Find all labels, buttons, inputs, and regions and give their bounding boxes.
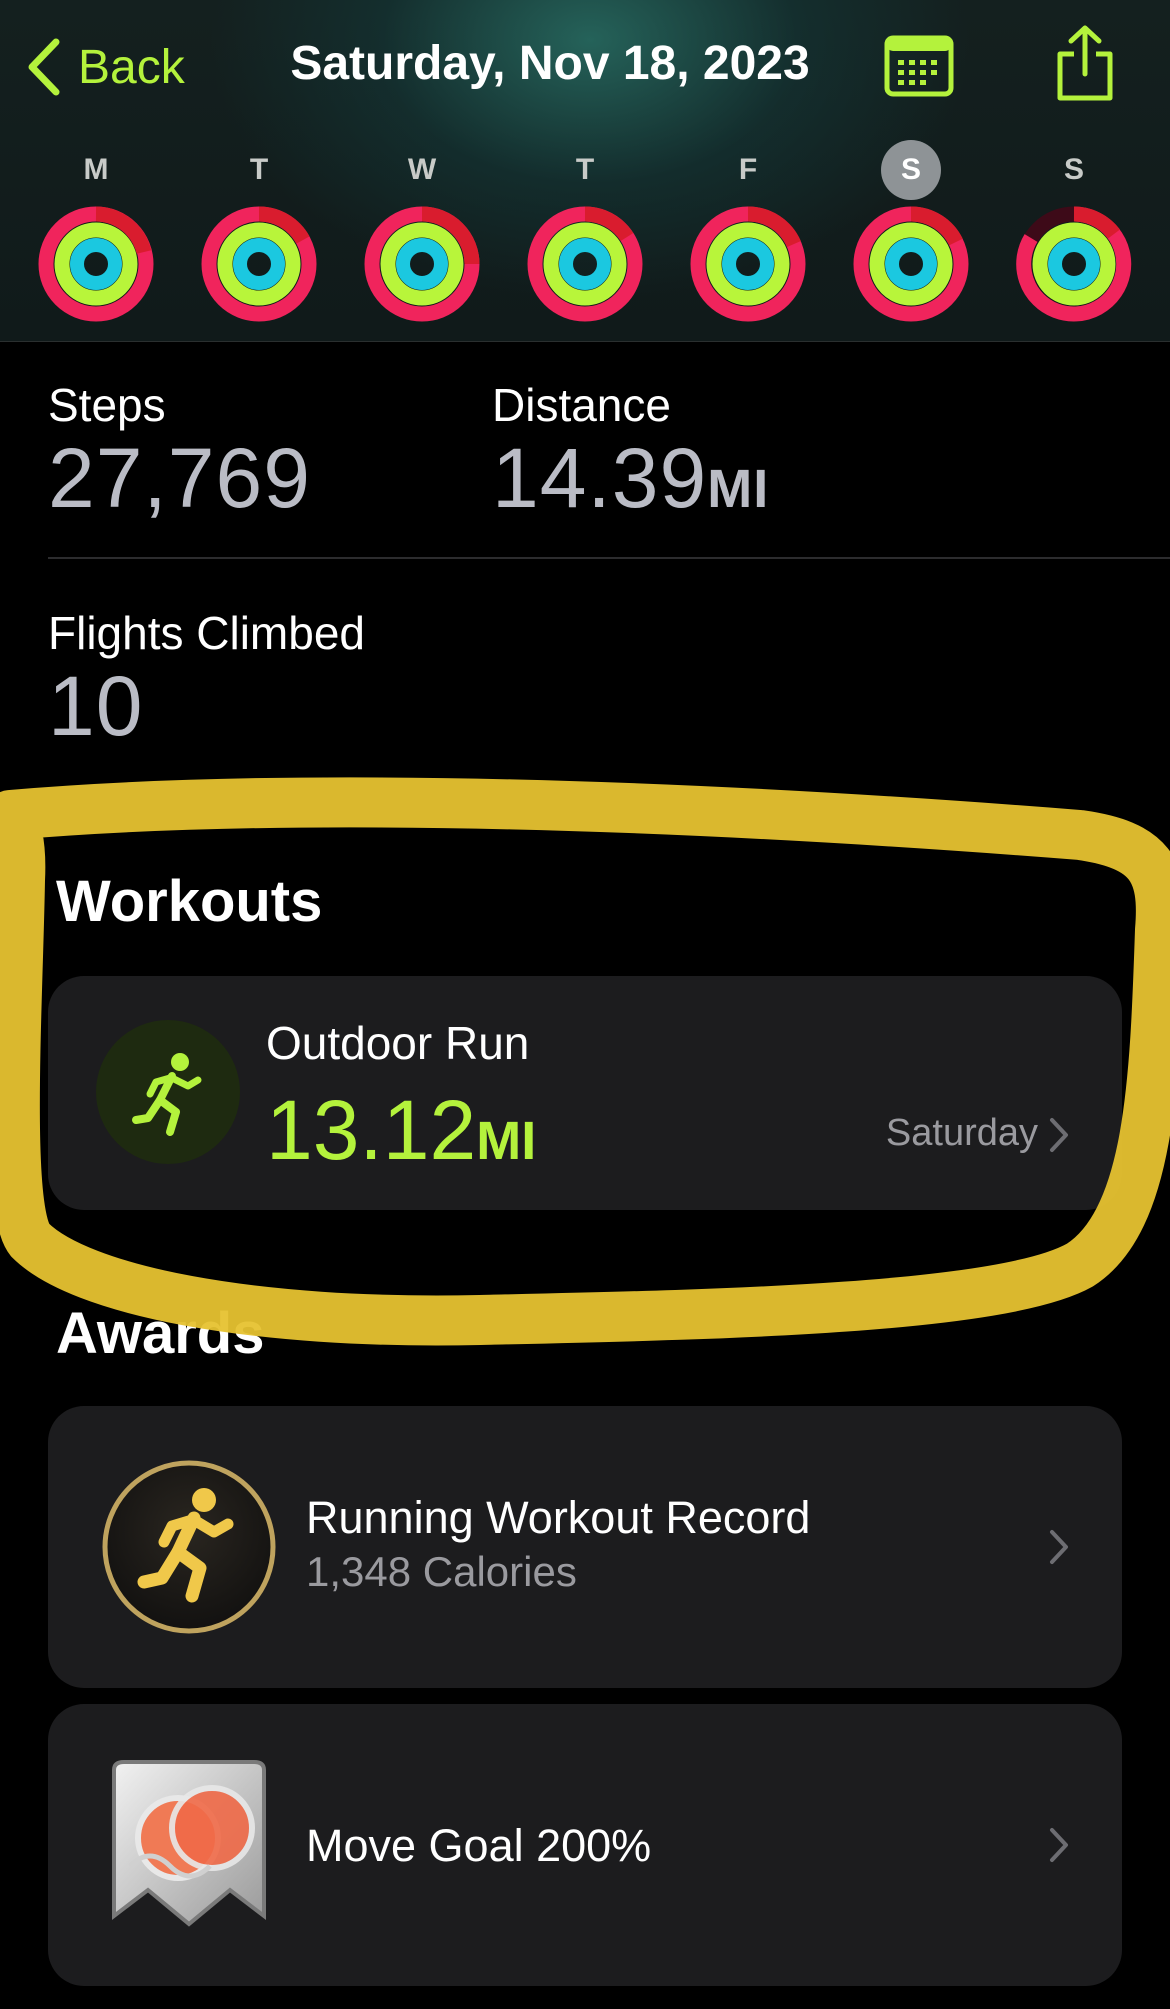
chevron-right-icon (1050, 1118, 1068, 1152)
flights-label: Flights Climbed (48, 607, 365, 659)
workout-name: Outdoor Run (266, 1017, 530, 1069)
award-move-goal[interactable]: Move Goal 200% (48, 1704, 1122, 1986)
distance-label: Distance (492, 379, 671, 431)
day-letter: F (738, 153, 758, 186)
calendar-icon[interactable] (884, 32, 954, 98)
award-title: Running Workout Record (306, 1492, 811, 1543)
back-button[interactable]: Back (24, 32, 185, 102)
week-rings: M T W T F S S (0, 140, 1170, 330)
day-thursday[interactable]: T (520, 140, 650, 330)
activity-ring-icon (201, 206, 317, 322)
workout-distance: 13.12 (266, 1083, 477, 1177)
chevron-right-icon (1050, 1530, 1068, 1564)
day-letter: S (881, 140, 941, 200)
running-icon (96, 1020, 240, 1164)
share-icon[interactable] (1054, 24, 1116, 104)
distance-value: 14.39 (492, 431, 708, 525)
activity-ring-icon (38, 206, 154, 322)
day-letter: T (249, 153, 269, 186)
activity-ring-icon (690, 206, 806, 322)
day-friday[interactable]: F (683, 140, 813, 330)
day-letter: S (1063, 153, 1084, 186)
divider (48, 557, 1170, 559)
running-award-icon (102, 1460, 276, 1634)
award-subtitle: 1,348 Calories (306, 1548, 577, 1595)
back-label[interactable]: Back (78, 40, 185, 95)
workout-card[interactable]: Outdoor Run 13.12MI Saturday (48, 976, 1122, 1210)
activity-ring-icon (1016, 206, 1132, 322)
page-title: Saturday, Nov 18, 2023 (290, 37, 810, 90)
day-wednesday[interactable]: W (357, 140, 487, 330)
award-title: Move Goal 200% (306, 1820, 652, 1871)
day-letter: M (83, 153, 109, 186)
awards-title: Awards (56, 1301, 265, 1366)
activity-header: Back Saturday, Nov 18, 2023 M T W T F S … (0, 0, 1170, 342)
workouts-title: Workouts (56, 869, 323, 934)
distance-value-group: 14.39MI (492, 430, 769, 527)
activity-ring-icon (853, 206, 969, 322)
day-sunday[interactable]: S (1009, 140, 1139, 330)
day-tuesday[interactable]: T (194, 140, 324, 330)
chevron-left-icon (28, 38, 60, 96)
steps-value: 27,769 (48, 431, 311, 525)
day-monday[interactable]: M (31, 140, 161, 330)
move-goal-award-icon (112, 1760, 266, 1927)
workout-day: Saturday (885, 1112, 1038, 1154)
day-saturday-selected[interactable]: S (846, 140, 976, 330)
flights-value: 10 (48, 659, 144, 753)
distance-unit: MI (707, 459, 770, 519)
workout-distance-unit: MI (476, 1111, 537, 1171)
award-running-record[interactable]: Running Workout Record 1,348 Calories (48, 1406, 1122, 1688)
workout-distance-group: 13.12MI (266, 1082, 536, 1179)
day-letter: T (575, 153, 595, 186)
steps-label: Steps (48, 379, 166, 431)
activity-ring-icon (527, 206, 643, 322)
chevron-right-icon (1050, 1828, 1068, 1862)
activity-ring-icon (364, 206, 480, 322)
day-letter: W (407, 153, 437, 186)
